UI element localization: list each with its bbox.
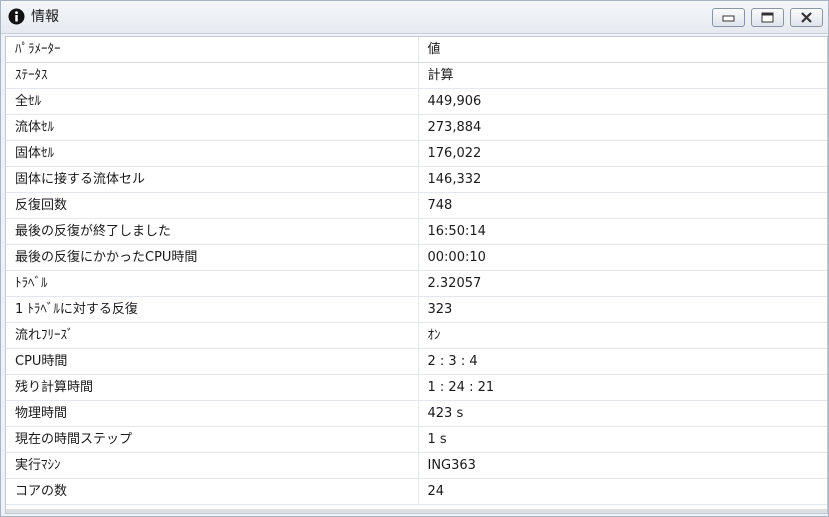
value-cell: 1 s: [418, 426, 827, 453]
parameter-cell: コアの数: [6, 478, 419, 505]
info-icon: [8, 8, 25, 25]
horizontal-scrollbar[interactable]: [6, 509, 827, 513]
minimize-button[interactable]: [712, 8, 745, 27]
table-row[interactable]: 最後の反復にかかったCPU時間 00:00:10: [6, 244, 827, 271]
table-row[interactable]: コアの数 24: [6, 478, 827, 505]
value-cell: 2 : 3 : 4: [418, 348, 827, 375]
table-row[interactable]: 流れﾌﾘｰｽﾞ ｵﾝ: [6, 322, 827, 349]
value-cell: ING363: [418, 452, 827, 479]
parameter-cell: 固体ｾﾙ: [6, 140, 419, 167]
table-row[interactable]: 固体に接する流体セル 146,332: [6, 166, 827, 193]
table-row[interactable]: 現在の時間ステップ 1 s: [6, 426, 827, 453]
value-cell: 323: [418, 296, 827, 323]
table-header-row: ﾊﾟﾗﾒｰﾀｰ 値: [6, 37, 827, 63]
value-cell: 計算: [418, 62, 827, 89]
parameter-cell: 反復回数: [6, 192, 419, 219]
value-cell: 176,022: [418, 140, 827, 167]
value-cell: ｵﾝ: [418, 322, 827, 349]
value-cell: 423 s: [418, 400, 827, 427]
parameter-cell: 固体に接する流体セル: [6, 166, 419, 193]
value-cell: 748: [418, 192, 827, 219]
table-row[interactable]: 残り計算時間 1 : 24 : 21: [6, 374, 827, 401]
table-row[interactable]: 物理時間 423 s: [6, 400, 827, 427]
property-grid[interactable]: ﾊﾟﾗﾒｰﾀｰ 値 ｽﾃｰﾀｽ 計算 全ｾﾙ 449,906 流体ｾﾙ 273,884 固体…: [5, 36, 828, 514]
table-row[interactable]: ｽﾃｰﾀｽ 計算: [6, 62, 827, 89]
table-row[interactable]: CPU時間 2 : 3 : 4: [6, 348, 827, 375]
maximize-button[interactable]: [751, 8, 784, 27]
value-cell: 449,906: [418, 88, 827, 115]
value-cell: 2.32057: [418, 270, 827, 297]
table-row[interactable]: 反復回数 748: [6, 192, 827, 219]
parameter-cell: 物理時間: [6, 400, 419, 427]
table-row[interactable]: 固体ｾﾙ 176,022: [6, 140, 827, 167]
value-cell: 273,884: [418, 114, 827, 141]
window-title: 情報: [31, 9, 59, 25]
parameter-cell: 1 ﾄﾗﾍﾞﾙに対する反復: [6, 296, 419, 323]
table-row[interactable]: 流体ｾﾙ 273,884: [6, 114, 827, 141]
value-cell: 24: [418, 478, 827, 505]
close-icon: [801, 12, 812, 23]
table-row[interactable]: 実行ﾏｼﾝ ING363: [6, 452, 827, 479]
parameter-cell: CPU時間: [6, 348, 419, 375]
value-cell: 16:50:14: [418, 218, 827, 245]
parameter-cell: 最後の反復にかかったCPU時間: [6, 244, 419, 271]
header-parameter[interactable]: ﾊﾟﾗﾒｰﾀｰ: [6, 37, 419, 63]
title-bar[interactable]: 情報: [1, 1, 828, 34]
parameter-cell: 流体ｾﾙ: [6, 114, 419, 141]
parameter-cell: 実行ﾏｼﾝ: [6, 452, 419, 479]
parameter-cell: 現在の時間ステップ: [6, 426, 419, 453]
parameter-cell: 流れﾌﾘｰｽﾞ: [6, 322, 419, 349]
minimize-icon: [722, 15, 735, 22]
value-cell: 146,332: [418, 166, 827, 193]
value-cell: 00:00:10: [418, 244, 827, 271]
value-cell: 1 : 24 : 21: [418, 374, 827, 401]
properties-table: ﾊﾟﾗﾒｰﾀｰ 値 ｽﾃｰﾀｽ 計算 全ｾﾙ 449,906 流体ｾﾙ 273,884 固体…: [6, 37, 827, 505]
parameter-cell: 最後の反復が終了しました: [6, 218, 419, 245]
header-value[interactable]: 値: [418, 37, 827, 63]
parameter-cell: ﾄﾗﾍﾞﾙ: [6, 270, 419, 297]
table-row[interactable]: 最後の反復が終了しました 16:50:14: [6, 218, 827, 245]
close-button[interactable]: [790, 8, 823, 27]
info-window: 情報 ﾊﾟﾗﾒｰﾀｰ 値 ｽﾃｰﾀｽ 計算 全ｾﾙ 449,906 流体ｾﾙ 2…: [0, 0, 829, 517]
parameter-cell: 全ｾﾙ: [6, 88, 419, 115]
maximize-icon: [761, 12, 774, 23]
parameter-cell: ｽﾃｰﾀｽ: [6, 62, 419, 89]
table-row[interactable]: 1 ﾄﾗﾍﾞﾙに対する反復 323: [6, 296, 827, 323]
table-row[interactable]: ﾄﾗﾍﾞﾙ 2.32057: [6, 270, 827, 297]
parameter-cell: 残り計算時間: [6, 374, 419, 401]
table-row[interactable]: 全ｾﾙ 449,906: [6, 88, 827, 115]
